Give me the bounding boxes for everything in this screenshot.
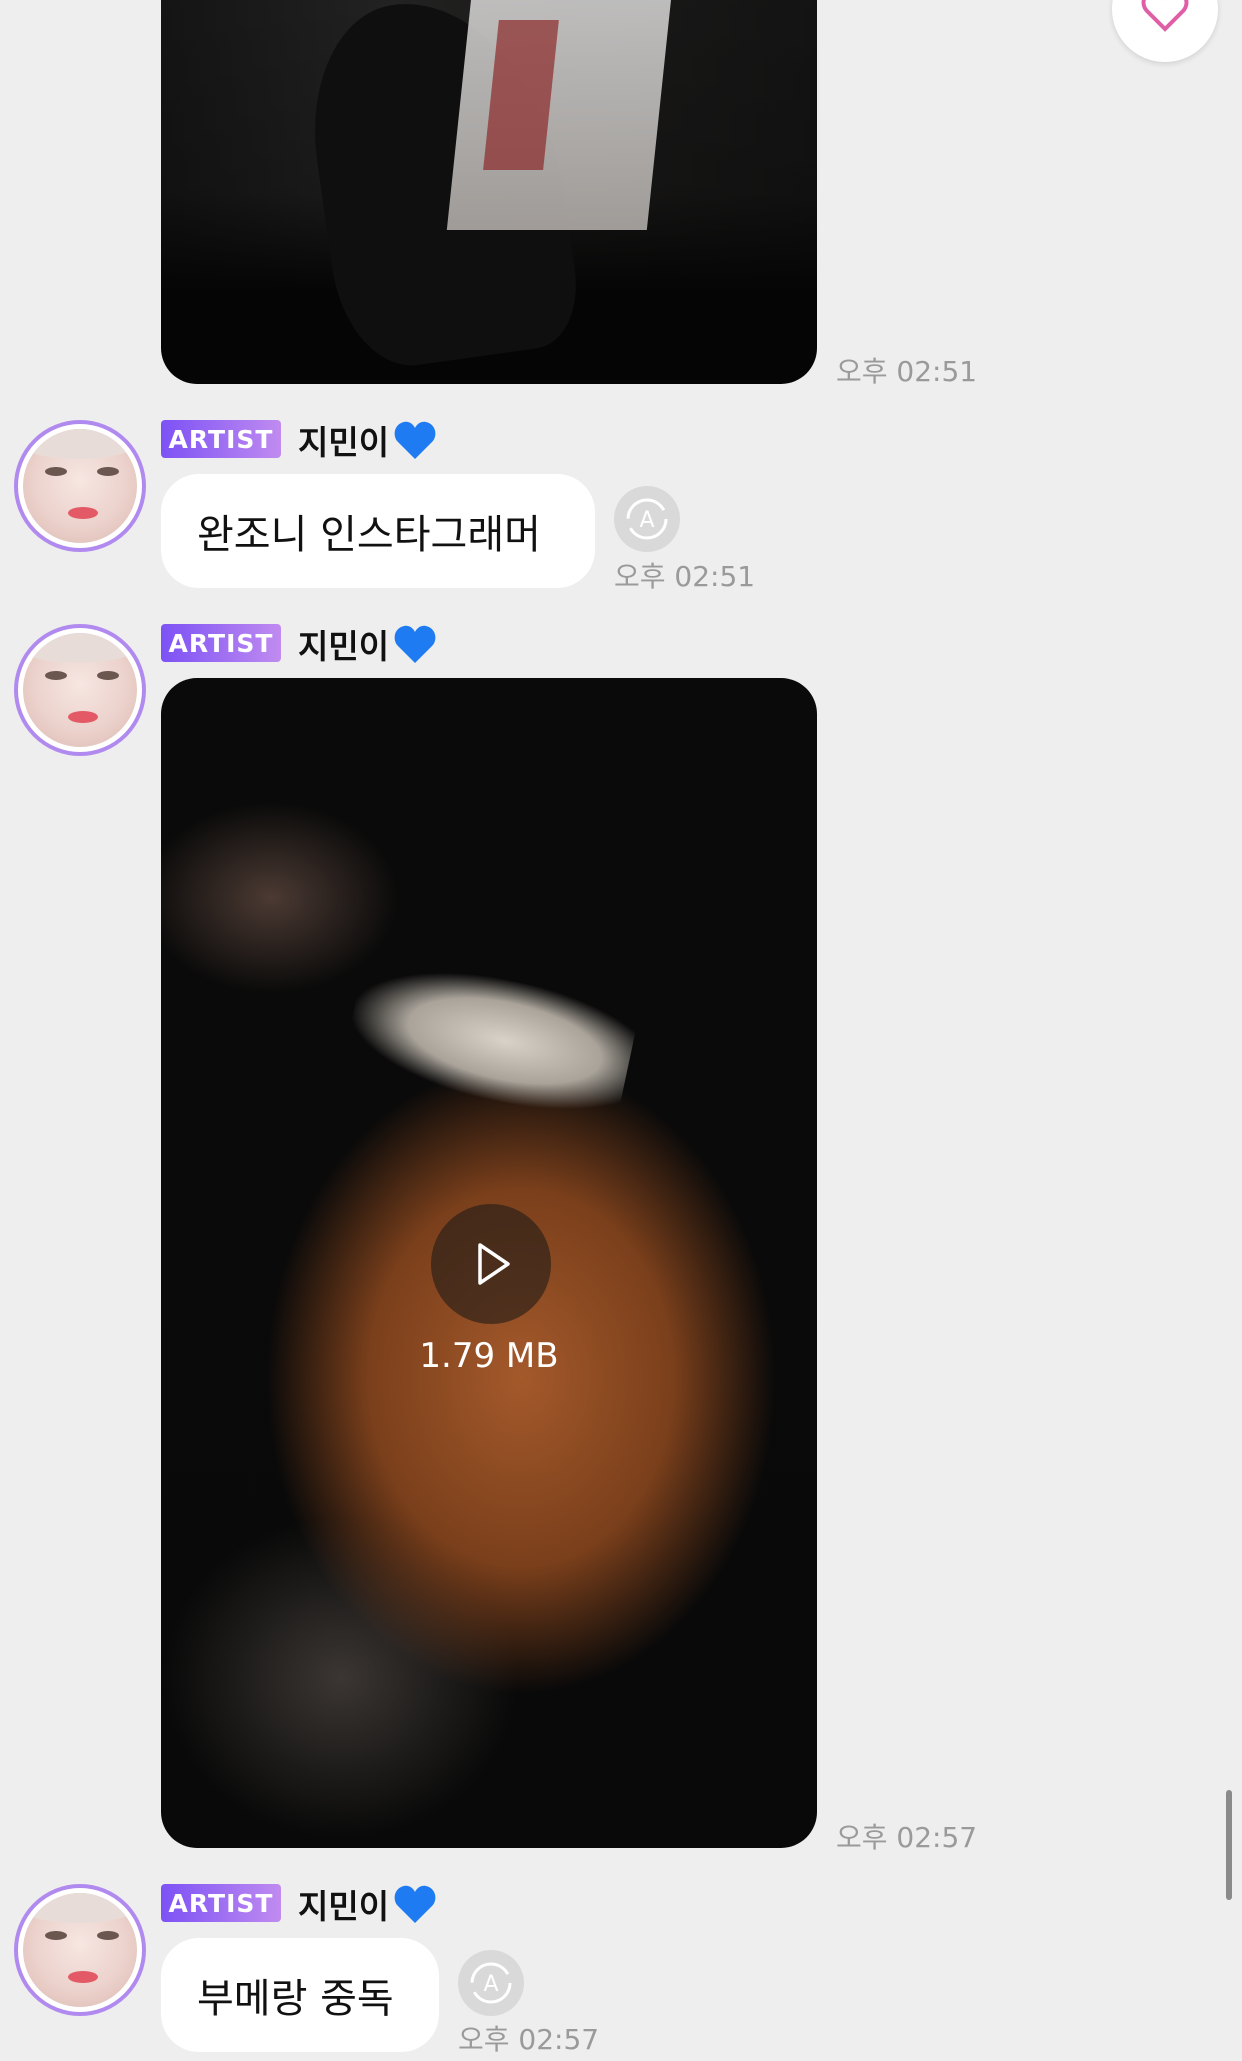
sender-name-text: 지민이 bbox=[298, 627, 390, 666]
thumbnail-detail bbox=[446, 0, 676, 230]
sender-name[interactable]: 지민이 bbox=[298, 416, 437, 464]
blue-heart-icon bbox=[394, 1885, 436, 1923]
sender-name-text: 지민이 bbox=[298, 1887, 390, 1926]
message-bubble[interactable]: 부메랑 중독 bbox=[161, 1938, 439, 2052]
video-thumbnail[interactable] bbox=[161, 0, 817, 384]
message-time: 오후 02:57 bbox=[458, 2023, 600, 2056]
video-thumbnail[interactable]: 1.79 MB bbox=[161, 678, 817, 1848]
translate-button[interactable]: A bbox=[458, 1950, 524, 2016]
svg-text:A: A bbox=[639, 508, 654, 533]
message-text: 완조니 인스타그래머 bbox=[197, 512, 541, 558]
blue-heart-icon bbox=[394, 421, 436, 459]
translate-button[interactable]: A bbox=[614, 486, 680, 552]
message-time: 오후 02:51 bbox=[836, 355, 978, 388]
sender-name-text: 지민이 bbox=[298, 423, 390, 462]
translate-icon: A bbox=[470, 1962, 512, 2004]
fan-letter-button[interactable] bbox=[1112, 0, 1218, 62]
file-size: 1.79 MB bbox=[419, 1336, 559, 1376]
avatar[interactable] bbox=[14, 1884, 146, 2016]
artist-badge: ARTIST bbox=[161, 624, 281, 662]
artist-badge: ARTIST bbox=[161, 420, 281, 458]
svg-text:A: A bbox=[483, 1972, 498, 1997]
play-button[interactable] bbox=[431, 1204, 551, 1324]
thumbnail-detail bbox=[341, 950, 641, 1126]
message-time: 오후 02:57 bbox=[836, 1821, 978, 1854]
avatar[interactable] bbox=[14, 420, 146, 552]
blue-heart-icon bbox=[394, 625, 436, 663]
message-bubble[interactable]: 완조니 인스타그래머 bbox=[161, 474, 595, 588]
scrollbar[interactable] bbox=[1226, 1790, 1232, 1900]
play-icon bbox=[478, 1243, 510, 1285]
artist-badge: ARTIST bbox=[161, 1884, 281, 1922]
translate-icon: A bbox=[626, 498, 668, 540]
message-time: 오후 02:51 bbox=[614, 560, 756, 593]
message-text: 부메랑 중독 bbox=[197, 1976, 394, 2022]
avatar[interactable] bbox=[14, 624, 146, 756]
heart-icon bbox=[1141, 0, 1189, 32]
sender-name[interactable]: 지민이 bbox=[298, 620, 437, 668]
sender-name[interactable]: 지민이 bbox=[298, 1880, 437, 1928]
